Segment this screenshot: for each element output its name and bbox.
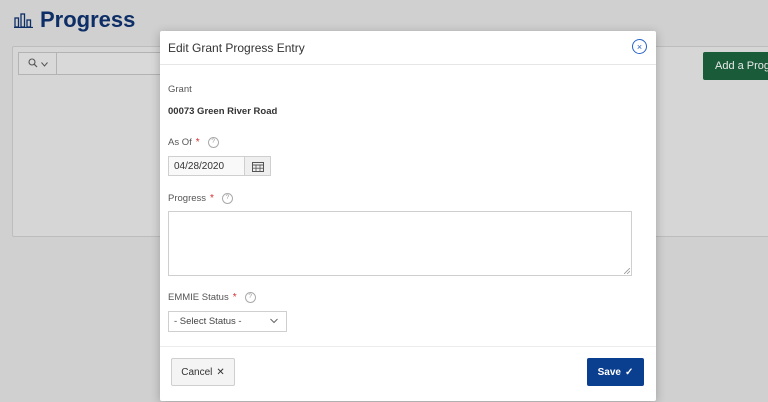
add-progress-button[interactable]: Add a Progre xyxy=(703,52,768,80)
help-icon[interactable]: ? xyxy=(207,137,219,148)
dialog-title: Edit Grant Progress Entry xyxy=(168,40,305,55)
help-icon[interactable]: ? xyxy=(244,292,256,303)
dialog-header: Edit Grant Progress Entry × xyxy=(160,31,656,65)
help-icon[interactable]: ? xyxy=(221,193,233,204)
emmie-status-label: EMMIE Status * ? xyxy=(168,292,256,303)
save-button[interactable]: Save ✓ xyxy=(587,358,644,386)
required-marker: * xyxy=(195,137,200,148)
required-marker: * xyxy=(232,292,237,303)
page-title: Progress xyxy=(40,7,136,32)
cancel-button[interactable]: Cancel ✕ xyxy=(171,358,235,386)
progress-label: Progress * ? xyxy=(168,193,233,204)
grant-label: Grant xyxy=(168,84,192,95)
progress-textarea[interactable] xyxy=(168,211,632,276)
search-icon xyxy=(27,57,38,70)
chart-bars-icon xyxy=(14,12,34,28)
as-of-date-input[interactable] xyxy=(168,156,244,176)
close-icon[interactable]: × xyxy=(632,39,647,54)
grant-value: 00073 Green River Road xyxy=(168,106,278,117)
as-of-label: As Of * ? xyxy=(168,137,219,148)
chevron-down-icon xyxy=(270,316,278,326)
selected-status: - Select Status - xyxy=(174,316,242,327)
emmie-status-select[interactable]: - Select Status - xyxy=(168,311,287,332)
search-column-button[interactable] xyxy=(19,53,57,74)
dialog-footer: Cancel ✕ Save ✓ xyxy=(160,346,656,402)
x-icon: ✕ xyxy=(216,366,225,378)
page-header: Progress xyxy=(14,6,135,34)
required-marker: * xyxy=(210,193,214,204)
check-icon: ✓ xyxy=(624,366,634,378)
calendar-icon[interactable] xyxy=(244,156,271,176)
resize-handle-icon[interactable] xyxy=(624,268,630,274)
chevron-down-icon xyxy=(40,59,48,69)
edit-progress-dialog: Edit Grant Progress Entry × Grant 00073 … xyxy=(160,31,656,401)
search-bar[interactable] xyxy=(18,52,180,75)
